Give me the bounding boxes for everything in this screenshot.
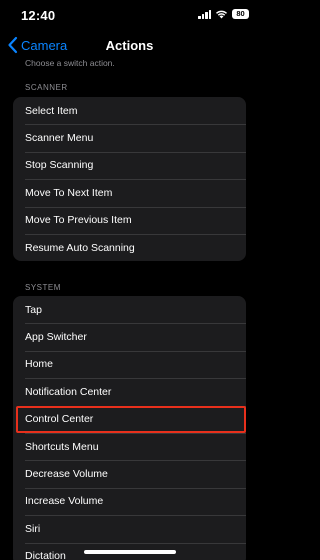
- section-header-scanner: SCANNER: [25, 83, 68, 92]
- list-item[interactable]: Move To Next Item: [13, 179, 246, 206]
- list-item[interactable]: Select Item: [13, 97, 246, 124]
- list-item[interactable]: Home: [13, 350, 246, 378]
- wifi-icon: [216, 10, 227, 19]
- page-title: Actions: [105, 38, 154, 53]
- list-item[interactable]: Shortcuts Menu: [13, 432, 246, 460]
- list-item[interactable]: Notification Center: [13, 378, 246, 405]
- scanner-group: Select Item Scanner Menu Stop Scanning M…: [13, 97, 246, 262]
- status-bar: 12:40 80: [0, 0, 259, 34]
- list-item[interactable]: Siri: [13, 515, 246, 542]
- list-item[interactable]: Scanner Menu: [13, 124, 246, 151]
- list-item[interactable]: App Switcher: [13, 323, 246, 350]
- section-header-system: SYSTEM: [25, 283, 61, 292]
- hint-text: Choose a switch action.: [25, 58, 115, 68]
- status-icons: 80: [198, 9, 249, 19]
- list-item[interactable]: Decrease Volume: [13, 460, 246, 487]
- list-item[interactable]: Increase Volume: [13, 487, 246, 515]
- status-time: 12:40: [21, 8, 56, 23]
- list-item[interactable]: Tap: [13, 296, 246, 323]
- screen: 12:40 80 Camera Actions Choose a switch …: [0, 0, 259, 560]
- list-item[interactable]: Resume Auto Scanning: [13, 233, 246, 261]
- list-item[interactable]: Move To Previous Item: [13, 206, 246, 234]
- list-item[interactable]: Stop Scanning: [13, 151, 246, 179]
- signal-icon: [198, 9, 211, 19]
- highlight-box: [16, 406, 246, 433]
- home-indicator: [84, 550, 176, 554]
- nav-bar: Camera Actions: [0, 32, 259, 58]
- battery-icon: 80: [232, 9, 249, 19]
